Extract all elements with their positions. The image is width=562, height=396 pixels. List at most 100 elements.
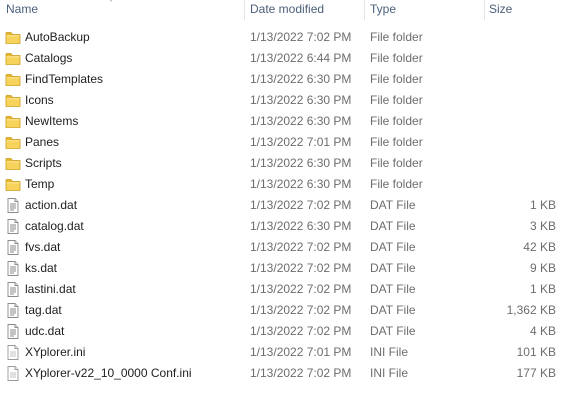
file-type: File folder: [370, 72, 423, 86]
file-size: 3 KB: [529, 219, 556, 233]
file-row[interactable]: XYplorer-v22_10_0000 Conf.ini 1/13/2022 7…: [0, 363, 562, 384]
file-type: File folder: [370, 51, 423, 65]
dat-file-icon: [5, 198, 21, 213]
dat-file-icon: [5, 303, 21, 318]
file-type: DAT File: [370, 324, 416, 338]
dat-file-icon: [5, 240, 21, 255]
file-type: INI File: [370, 345, 409, 359]
file-name: fvs.dat: [25, 240, 61, 254]
file-name: udc.dat: [25, 324, 65, 338]
file-row[interactable]: tag.dat 1/13/2022 7:02 PM DAT File 1,362 KB: [0, 300, 562, 321]
column-header-type[interactable]: Type: [364, 0, 484, 20]
file-date-modified: 1/13/2022 7:02 PM: [250, 282, 352, 296]
file-date-modified: 1/13/2022 6:30 PM: [250, 114, 352, 128]
column-header-size[interactable]: Size: [484, 0, 562, 20]
file-name: Scripts: [25, 156, 62, 170]
folder-icon: [5, 135, 21, 150]
file-date-modified: 1/13/2022 7:02 PM: [250, 30, 352, 44]
file-rows: AutoBackup 1/13/2022 7:02 PM File folder Ca…: [0, 27, 562, 384]
ini-file-icon: [5, 366, 21, 381]
column-header-name[interactable]: Name: [0, 0, 244, 20]
file-date-modified: 1/13/2022 6:30 PM: [250, 219, 352, 233]
file-type: DAT File: [370, 219, 416, 233]
file-name: NewItems: [25, 114, 79, 128]
column-header-date-modified[interactable]: Date modified: [244, 0, 364, 20]
file-name: XYplorer.ini: [25, 345, 86, 359]
file-date-modified: 1/13/2022 7:02 PM: [250, 240, 352, 254]
file-date-modified: 1/13/2022 6:30 PM: [250, 156, 352, 170]
file-row[interactable]: fvs.dat 1/13/2022 7:02 PM DAT File 42 KB: [0, 237, 562, 258]
file-size: 177 KB: [516, 366, 556, 380]
file-name: XYplorer-v22_10_0000 Conf.ini: [25, 366, 192, 380]
file-date-modified: 1/13/2022 7:01 PM: [250, 135, 352, 149]
file-size: 101 KB: [516, 345, 556, 359]
file-date-modified: 1/13/2022 7:02 PM: [250, 324, 352, 338]
file-row[interactable]: AutoBackup 1/13/2022 7:02 PM File folder: [0, 27, 562, 48]
file-name: Icons: [25, 93, 54, 107]
file-type: File folder: [370, 114, 423, 128]
file-size: 1 KB: [529, 282, 556, 296]
file-row[interactable]: lastini.dat 1/13/2022 7:02 PM DAT File 1 KB: [0, 279, 562, 300]
folder-icon: [5, 93, 21, 108]
file-size: 4 KB: [529, 324, 556, 338]
file-name: lastini.dat: [25, 282, 76, 296]
dat-file-icon: [5, 282, 21, 297]
file-type: DAT File: [370, 240, 416, 254]
folder-icon: [5, 72, 21, 87]
file-row[interactable]: action.dat 1/13/2022 7:02 PM DAT File 1 KB: [0, 195, 562, 216]
file-date-modified: 1/13/2022 6:44 PM: [250, 51, 352, 65]
file-row[interactable]: Temp 1/13/2022 6:30 PM File folder: [0, 174, 562, 195]
file-type: DAT File: [370, 303, 416, 317]
ini-file-icon: [5, 345, 21, 360]
file-type: File folder: [370, 177, 423, 191]
file-date-modified: 1/13/2022 7:02 PM: [250, 261, 352, 275]
dat-file-icon: [5, 261, 21, 276]
file-type: File folder: [370, 93, 423, 107]
folder-icon: [5, 30, 21, 45]
dat-file-icon: [5, 219, 21, 234]
folder-icon: [5, 156, 21, 171]
file-type: File folder: [370, 156, 423, 170]
file-row[interactable]: catalog.dat 1/13/2022 6:30 PM DAT File 3 KB: [0, 216, 562, 237]
file-date-modified: 1/13/2022 7:02 PM: [250, 198, 352, 212]
file-name: tag.dat: [25, 303, 62, 317]
file-type: File folder: [370, 30, 423, 44]
file-row[interactable]: Panes 1/13/2022 7:01 PM File folder: [0, 132, 562, 153]
file-date-modified: 1/13/2022 6:30 PM: [250, 177, 352, 191]
file-size: 1,362 KB: [506, 303, 556, 317]
file-name: Panes: [25, 135, 60, 149]
file-size: 9 KB: [529, 261, 556, 275]
file-name: Catalogs: [25, 51, 73, 65]
file-date-modified: 1/13/2022 6:30 PM: [250, 72, 352, 86]
file-type: DAT File: [370, 282, 416, 296]
file-name: catalog.dat: [25, 219, 84, 233]
file-name: FindTemplates: [25, 72, 104, 86]
file-row[interactable]: Scripts 1/13/2022 6:30 PM File folder: [0, 153, 562, 174]
file-date-modified: 1/13/2022 7:01 PM: [250, 345, 352, 359]
file-list: Name Date modified Type Size AutoBackup 1…: [0, 0, 562, 396]
file-name: action.dat: [25, 198, 78, 212]
file-row[interactable]: XYplorer.ini 1/13/2022 7:01 PM INI File 101…: [0, 342, 562, 363]
file-row[interactable]: ks.dat 1/13/2022 7:02 PM DAT File 9 KB: [0, 258, 562, 279]
file-type: File folder: [370, 135, 423, 149]
column-header-bar: Name Date modified Type Size: [0, 0, 562, 20]
file-size: 42 KB: [523, 240, 556, 254]
dat-file-icon: [5, 324, 21, 339]
file-row[interactable]: Icons 1/13/2022 6:30 PM File folder: [0, 90, 562, 111]
folder-icon: [5, 51, 21, 66]
file-row[interactable]: udc.dat 1/13/2022 7:02 PM DAT File 4 KB: [0, 321, 562, 342]
file-row[interactable]: Catalogs 1/13/2022 6:44 PM File folder: [0, 48, 562, 69]
file-type: INI File: [370, 366, 409, 380]
file-row[interactable]: FindTemplates 1/13/2022 6:30 PM File folde…: [0, 69, 562, 90]
file-date-modified: 1/13/2022 7:02 PM: [250, 303, 352, 317]
file-type: DAT File: [370, 198, 416, 212]
file-name: AutoBackup: [25, 30, 90, 44]
file-size: 1 KB: [529, 198, 556, 212]
file-date-modified: 1/13/2022 6:30 PM: [250, 93, 352, 107]
folder-icon: [5, 114, 21, 129]
file-row[interactable]: NewItems 1/13/2022 6:30 PM File folder: [0, 111, 562, 132]
folder-icon: [5, 177, 21, 192]
file-name: ks.dat: [25, 261, 58, 275]
file-date-modified: 1/13/2022 7:02 PM: [250, 366, 352, 380]
file-type: DAT File: [370, 261, 416, 275]
